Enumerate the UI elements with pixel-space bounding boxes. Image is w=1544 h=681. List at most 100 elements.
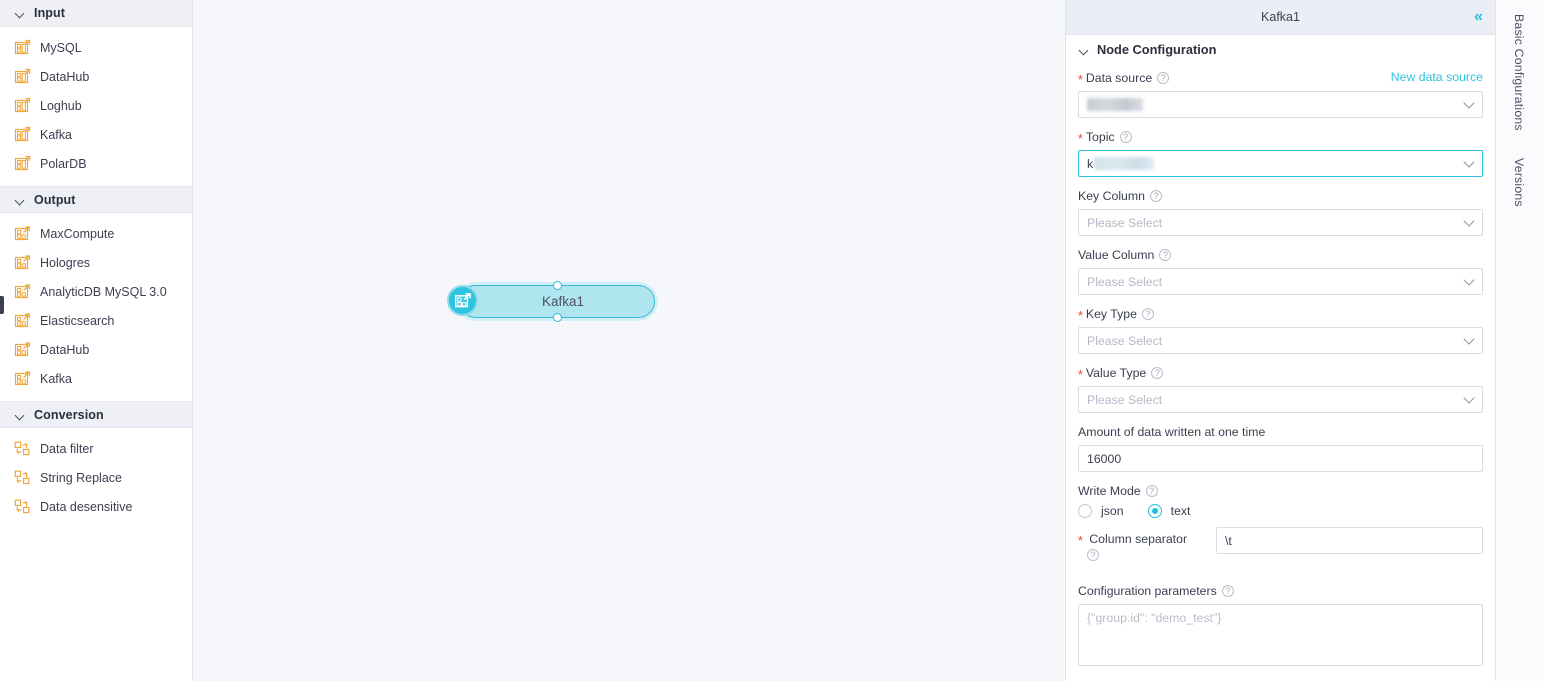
field-column-separator: * Column separator ? \t: [1078, 527, 1483, 561]
chevron-down-icon: [1463, 333, 1475, 345]
output-node-icon: [14, 283, 31, 300]
label-text: Amount of data written at one time: [1078, 425, 1266, 439]
right-tab-rail: Basic Configurations Versions: [1495, 0, 1544, 681]
label-text: Value Column: [1078, 248, 1155, 262]
node-config-panel: Kafka1 « Node Configuration * Data sourc…: [1065, 0, 1495, 681]
palette-item-kafka-output[interactable]: Kafka: [0, 364, 192, 393]
field-topic: * Topic ? k: [1078, 129, 1483, 177]
help-icon[interactable]: ?: [1141, 308, 1154, 320]
configuration-parameters-textarea[interactable]: [1078, 604, 1483, 666]
value-column-select[interactable]: Please Select: [1078, 268, 1483, 295]
palette-item-mysql[interactable]: MySQL: [0, 33, 192, 62]
help-icon[interactable]: ?: [1087, 549, 1099, 561]
palette-item-label: PolarDB: [40, 156, 87, 171]
chevron-down-icon: [14, 194, 26, 206]
palette-item-label: Hologres: [40, 255, 91, 270]
field-key-column: Key Column ? Please Select: [1078, 188, 1483, 236]
palette-item-hologres[interactable]: Hologres: [0, 248, 192, 277]
palette-item-label: AnalyticDB MySQL 3.0: [40, 284, 167, 299]
column-separator-input[interactable]: \t: [1216, 527, 1483, 554]
new-data-source-link[interactable]: New data source: [1391, 70, 1483, 84]
palette-item-label: DataHub: [40, 69, 90, 84]
conversion-node-icon: [14, 440, 31, 457]
palette-item-label: DataHub: [40, 342, 90, 357]
palette-section-title: Conversion: [34, 407, 104, 422]
palette-section-body-conversion: Data filter String Replace Data desensit…: [0, 428, 192, 529]
column-separator-control: \t: [1216, 527, 1483, 554]
palette-item-elasticsearch[interactable]: Elasticsearch: [0, 306, 192, 335]
workflow-canvas[interactable]: Kafka1: [193, 0, 1065, 681]
node-port-top[interactable]: [552, 281, 562, 290]
node-palette-sidebar: Input MySQL DataHub Loghub Kafka PolarDB…: [0, 0, 193, 681]
value-type-select[interactable]: Please Select: [1078, 386, 1483, 413]
palette-section-header-input[interactable]: Input: [0, 0, 192, 27]
field-key-type: * Key Type ? Please Select: [1078, 306, 1483, 354]
palette-item-polardb[interactable]: PolarDB: [0, 149, 192, 178]
required-asterisk: *: [1078, 368, 1083, 382]
field-label-amount-of-data: Amount of data written at one time: [1078, 424, 1483, 440]
palette-item-kafka-input[interactable]: Kafka: [0, 120, 192, 149]
label-text: Write Mode: [1078, 484, 1141, 498]
field-value-column: Value Column ? Please Select: [1078, 247, 1483, 295]
palette-item-datahub-output[interactable]: DataHub: [0, 335, 192, 364]
tab-versions[interactable]: Versions: [1512, 158, 1526, 207]
help-icon[interactable]: ?: [1149, 190, 1162, 202]
palette-section-body-input: MySQL DataHub Loghub Kafka PolarDB: [0, 27, 192, 186]
amount-of-data-input[interactable]: 16000: [1078, 445, 1483, 472]
required-asterisk: *: [1078, 73, 1083, 87]
help-icon[interactable]: ?: [1145, 485, 1158, 497]
palette-item-loghub[interactable]: Loghub: [0, 91, 192, 120]
palette-item-label: Data desensitive: [40, 499, 133, 514]
help-icon[interactable]: ?: [1221, 585, 1234, 597]
field-label-configuration-parameters: Configuration parameters ?: [1078, 583, 1483, 599]
field-value-type: * Value Type ? Please Select: [1078, 365, 1483, 413]
field-configuration-parameters: Configuration parameters ?: [1078, 583, 1483, 671]
palette-section-header-conversion[interactable]: Conversion: [0, 401, 192, 428]
placeholder-text: Please Select: [1087, 274, 1163, 289]
palette-item-label: MySQL: [40, 40, 82, 55]
palette-item-maxcompute[interactable]: MaxCompute: [0, 219, 192, 248]
help-icon[interactable]: ?: [1159, 249, 1172, 261]
redacted-value: [1087, 98, 1143, 111]
placeholder-text: Please Select: [1087, 215, 1163, 230]
field-label-key-type: * Key Type ?: [1078, 306, 1483, 322]
label-text: Data source: [1085, 71, 1153, 85]
input-node-icon: [14, 39, 31, 56]
output-node-icon: [14, 254, 31, 271]
write-mode-option-json[interactable]: json: [1078, 504, 1124, 518]
palette-item-analyticdb-mysql[interactable]: AnalyticDB MySQL 3.0: [0, 277, 192, 306]
write-mode-option-text[interactable]: text: [1147, 504, 1191, 518]
chevron-down-icon: [1463, 215, 1475, 227]
sidebar-collapse-handle[interactable]: [0, 296, 4, 314]
panel-collapse-icon[interactable]: «: [1474, 9, 1483, 25]
help-icon[interactable]: ?: [1151, 367, 1164, 379]
node-port-bottom[interactable]: [552, 313, 562, 322]
chevron-down-icon: [14, 409, 26, 421]
radio-label: text: [1170, 504, 1191, 518]
field-data-source: * Data source ? New data source: [1078, 70, 1483, 118]
tab-basic-configurations[interactable]: Basic Configurations: [1512, 14, 1526, 131]
field-write-mode: Write Mode ? json text: [1078, 483, 1483, 518]
palette-item-datahub-input[interactable]: DataHub: [0, 62, 192, 91]
data-source-select[interactable]: [1078, 91, 1483, 118]
key-column-select[interactable]: Please Select: [1078, 209, 1483, 236]
node-configuration-section-header[interactable]: Node Configuration: [1066, 35, 1495, 64]
palette-item-data-filter[interactable]: Data filter: [0, 434, 192, 463]
help-icon[interactable]: ?: [1157, 72, 1170, 84]
field-label-topic: * Topic ?: [1078, 129, 1483, 145]
input-node-icon: [14, 155, 31, 172]
amount-of-data-value: 16000: [1087, 451, 1122, 466]
topic-select[interactable]: k: [1078, 150, 1483, 177]
canvas-node-kafka1[interactable]: Kafka1: [447, 281, 655, 322]
chevron-down-icon: [1078, 44, 1090, 56]
label-text: Column separator: [1089, 532, 1188, 546]
key-type-select[interactable]: Please Select: [1078, 327, 1483, 354]
field-amount-of-data: Amount of data written at one time 16000: [1078, 424, 1483, 472]
field-label-column-separator: * Column separator ?: [1078, 527, 1216, 561]
palette-item-data-desensitive[interactable]: Data desensitive: [0, 492, 192, 521]
help-icon[interactable]: ?: [1119, 131, 1132, 143]
palette-section-header-output[interactable]: Output: [0, 186, 192, 213]
write-mode-radio-group: json text: [1078, 504, 1483, 518]
column-separator-value: \t: [1225, 533, 1232, 548]
palette-item-string-replace[interactable]: String Replace: [0, 463, 192, 492]
